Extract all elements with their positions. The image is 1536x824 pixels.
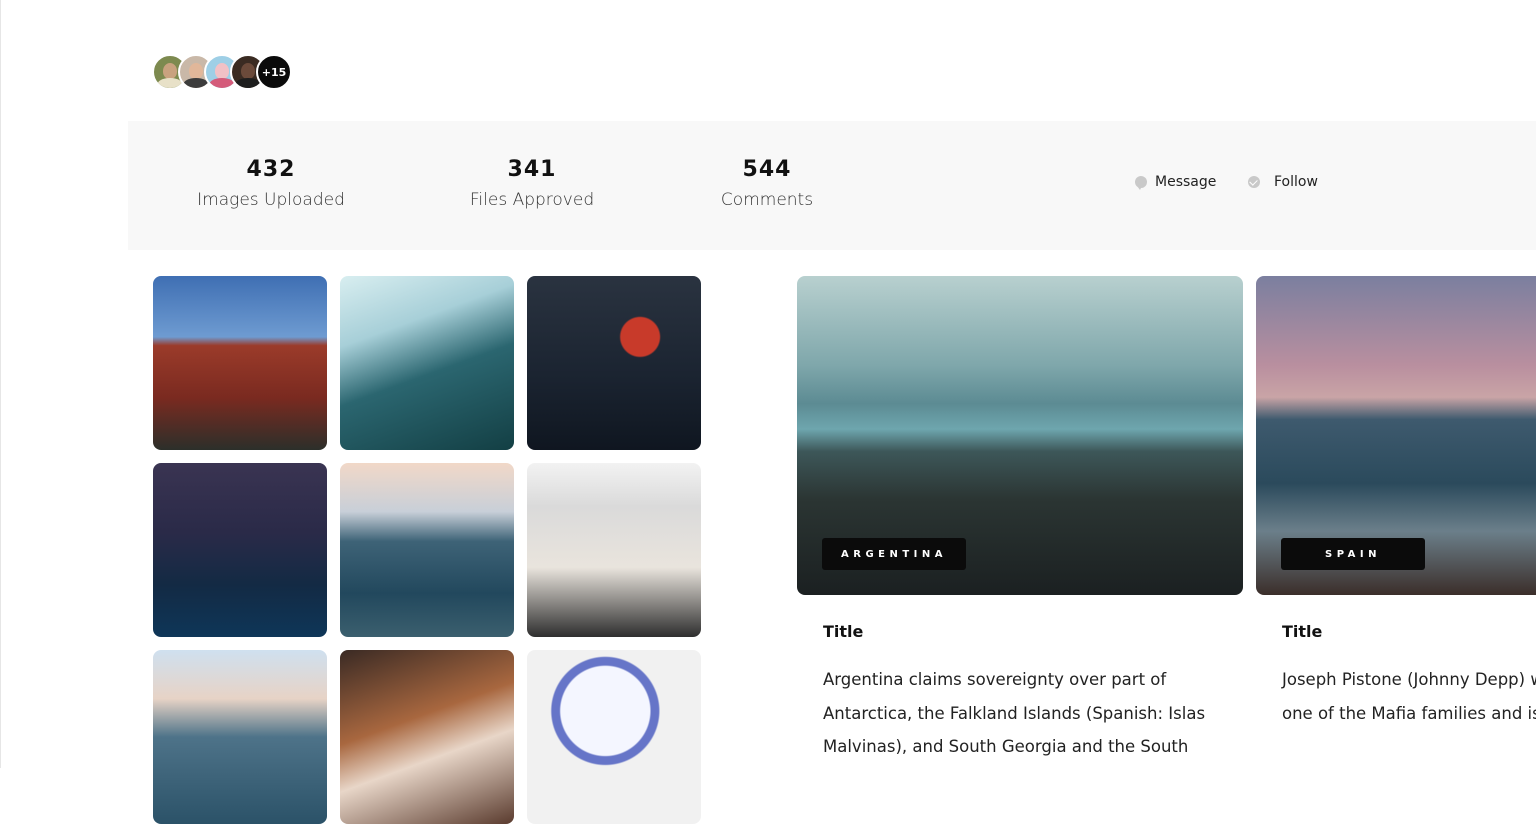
grid-image[interactable] [527,650,701,824]
follow-label: Follow [1274,174,1318,190]
card-image[interactable]: SPAIN [1256,276,1536,595]
grid-image[interactable] [527,276,701,450]
grid-image[interactable] [153,650,327,824]
grid-image[interactable] [153,276,327,450]
profile-stats-bar: 432 Images Uploaded 341 Files Approved 5… [128,121,1536,250]
grid-image[interactable] [527,463,701,637]
card-description: Joseph Pistone (Johnny Depp) who has inf… [1282,670,1536,723]
more-avatars-count[interactable]: +15 [256,54,292,90]
card-image[interactable]: ARGENTINA [797,276,1243,595]
grid-image[interactable] [153,463,327,637]
stat-files-approved: 341 Files Approved [422,157,642,210]
message-label: Message [1155,174,1217,190]
chat-bubble-icon [1135,176,1147,190]
stat-label: Files Approved [469,190,595,210]
grid-image[interactable] [340,463,514,637]
grid-image[interactable] [340,276,514,450]
stat-value: 544 [742,157,792,182]
location-badge: SPAIN [1281,538,1425,570]
grid-image[interactable] [340,650,514,824]
stat-label: Images Uploaded [197,190,345,210]
check-circle-icon [1248,176,1260,188]
destination-card[interactable]: ARGENTINA Title Argentina claims soverei… [797,276,1243,764]
stat-value: 432 [246,157,296,182]
card-title: Title [1282,622,1323,641]
location-badge: ARGENTINA [822,538,966,570]
message-button[interactable]: Message [1135,174,1216,190]
destination-card[interactable]: SPAIN Title Joseph Pistone (Johnny Depp)… [1256,276,1536,730]
stat-label: Comments [720,190,814,210]
follow-button[interactable]: Follow [1248,174,1318,190]
stat-comments: 544 Comments [657,157,877,210]
stat-images-uploaded: 432 Images Uploaded [161,157,381,210]
card-title: Title [823,622,864,641]
page-left-border [0,0,1,768]
stat-value: 341 [507,157,557,182]
card-description: Argentina claims sovereignty over part o… [823,670,1206,756]
